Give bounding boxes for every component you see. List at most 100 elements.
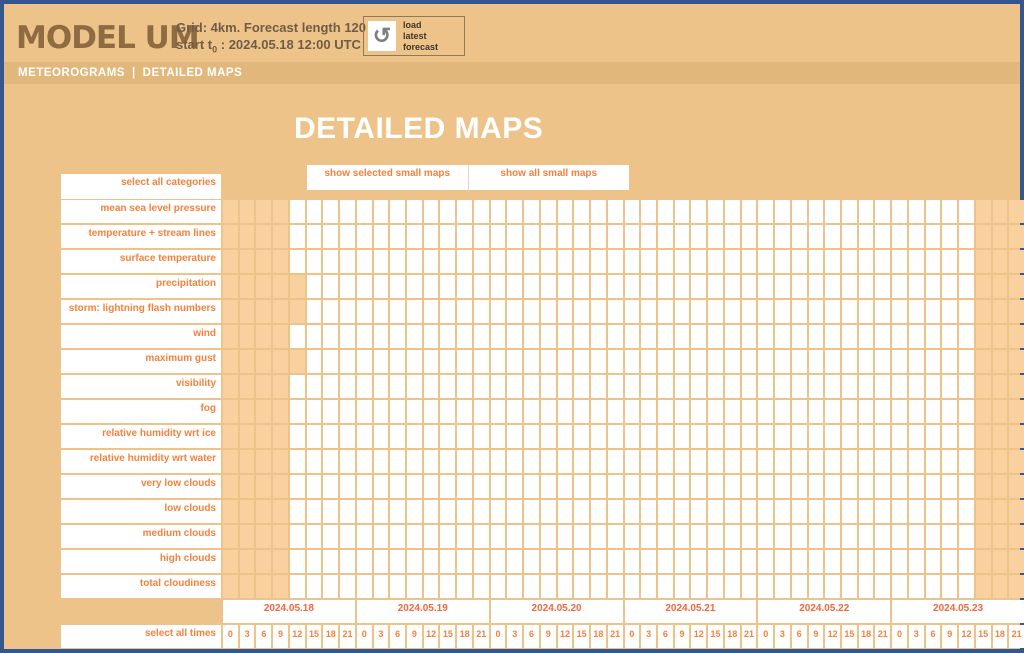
time-header-button[interactable]: 0 — [357, 625, 372, 648]
map-time-cell[interactable] — [558, 425, 573, 448]
time-header-button[interactable]: 21 — [1009, 625, 1024, 648]
map-time-cell[interactable] — [675, 475, 690, 498]
map-time-cell[interactable] — [507, 525, 522, 548]
map-time-cell[interactable] — [307, 350, 322, 373]
map-time-cell[interactable] — [474, 575, 489, 598]
map-time-cell[interactable] — [340, 400, 355, 423]
map-time-cell[interactable] — [675, 400, 690, 423]
map-time-cell[interactable] — [758, 575, 773, 598]
map-time-cell[interactable] — [725, 550, 740, 573]
map-time-cell[interactable] — [290, 225, 305, 248]
map-time-cell[interactable] — [675, 450, 690, 473]
map-time-cell[interactable] — [323, 300, 338, 323]
map-time-cell[interactable] — [340, 200, 355, 223]
map-time-cell[interactable] — [491, 525, 506, 548]
map-time-cell[interactable] — [625, 225, 640, 248]
map-time-cell[interactable] — [424, 200, 439, 223]
map-time-cell[interactable] — [507, 325, 522, 348]
map-time-cell[interactable] — [407, 350, 422, 373]
map-time-cell[interactable] — [507, 550, 522, 573]
map-time-cell[interactable] — [842, 200, 857, 223]
map-time-cell[interactable] — [708, 225, 723, 248]
map-time-cell[interactable] — [758, 375, 773, 398]
map-time-cell[interactable] — [842, 550, 857, 573]
map-time-cell[interactable] — [691, 500, 706, 523]
map-time-cell[interactable] — [591, 575, 606, 598]
map-time-cell[interactable] — [825, 400, 840, 423]
map-time-cell[interactable] — [424, 575, 439, 598]
map-time-cell[interactable] — [658, 425, 673, 448]
map-time-cell[interactable] — [792, 475, 807, 498]
map-time-cell[interactable] — [892, 350, 907, 373]
category-label-button[interactable]: storm: lightning flash numbers — [61, 300, 221, 323]
map-time-cell[interactable] — [440, 550, 455, 573]
map-time-cell[interactable] — [357, 200, 372, 223]
map-time-cell[interactable] — [892, 575, 907, 598]
map-time-cell[interactable] — [809, 550, 824, 573]
map-time-cell[interactable] — [959, 200, 974, 223]
map-time-cell[interactable] — [390, 425, 405, 448]
time-header-button[interactable]: 12 — [691, 625, 706, 648]
map-time-cell[interactable] — [758, 450, 773, 473]
time-header-button[interactable]: 15 — [976, 625, 991, 648]
map-time-cell[interactable] — [842, 325, 857, 348]
map-time-cell[interactable] — [474, 325, 489, 348]
map-time-cell[interactable] — [491, 375, 506, 398]
map-time-cell[interactable] — [424, 450, 439, 473]
map-time-cell[interactable] — [691, 250, 706, 273]
map-time-cell[interactable] — [792, 325, 807, 348]
map-time-cell[interactable] — [742, 550, 757, 573]
map-time-cell[interactable] — [440, 350, 455, 373]
load-latest-forecast-button[interactable]: ↺ load latest forecast — [363, 16, 465, 56]
time-header-button[interactable]: 21 — [875, 625, 890, 648]
map-time-cell[interactable] — [491, 325, 506, 348]
map-time-cell[interactable] — [591, 300, 606, 323]
map-time-cell[interactable] — [357, 325, 372, 348]
time-header-button[interactable]: 3 — [374, 625, 389, 648]
map-time-cell[interactable] — [474, 425, 489, 448]
map-time-cell[interactable] — [742, 350, 757, 373]
map-time-cell[interactable] — [658, 400, 673, 423]
map-time-cell[interactable] — [390, 300, 405, 323]
map-time-cell[interactable] — [942, 425, 957, 448]
date-header-button[interactable]: 2024.05.19 — [357, 600, 489, 623]
map-time-cell[interactable] — [758, 400, 773, 423]
map-time-cell[interactable] — [842, 275, 857, 298]
map-time-cell[interactable] — [290, 375, 305, 398]
map-time-cell[interactable] — [859, 375, 874, 398]
map-time-cell[interactable] — [675, 375, 690, 398]
map-time-cell[interactable] — [474, 200, 489, 223]
map-time-cell[interactable] — [675, 500, 690, 523]
time-header-button[interactable]: 12 — [290, 625, 305, 648]
map-time-cell[interactable] — [407, 225, 422, 248]
map-time-cell[interactable] — [323, 500, 338, 523]
map-time-cell[interactable] — [691, 350, 706, 373]
map-time-cell[interactable] — [574, 450, 589, 473]
map-time-cell[interactable] — [374, 525, 389, 548]
show-selected-small-maps-button[interactable]: show selected small maps — [307, 165, 469, 190]
map-time-cell[interactable] — [474, 450, 489, 473]
map-time-cell[interactable] — [641, 300, 656, 323]
map-time-cell[interactable] — [457, 425, 472, 448]
map-time-cell[interactable] — [708, 325, 723, 348]
time-header-button[interactable]: 15 — [574, 625, 589, 648]
map-time-cell[interactable] — [926, 450, 941, 473]
map-time-cell[interactable] — [658, 325, 673, 348]
map-time-cell[interactable] — [658, 500, 673, 523]
map-time-cell[interactable] — [875, 425, 890, 448]
map-time-cell[interactable] — [340, 350, 355, 373]
map-time-cell[interactable] — [474, 550, 489, 573]
map-time-cell[interactable] — [926, 350, 941, 373]
map-time-cell[interactable] — [725, 400, 740, 423]
map-time-cell[interactable] — [340, 550, 355, 573]
time-header-button[interactable]: 12 — [558, 625, 573, 648]
map-time-cell[interactable] — [658, 450, 673, 473]
map-time-cell[interactable] — [942, 300, 957, 323]
map-time-cell[interactable] — [541, 300, 556, 323]
map-time-cell[interactable] — [558, 400, 573, 423]
map-time-cell[interactable] — [825, 425, 840, 448]
category-label-button[interactable]: relative humidity wrt ice — [61, 425, 221, 448]
map-time-cell[interactable] — [524, 200, 539, 223]
map-time-cell[interactable] — [541, 525, 556, 548]
map-time-cell[interactable] — [474, 225, 489, 248]
